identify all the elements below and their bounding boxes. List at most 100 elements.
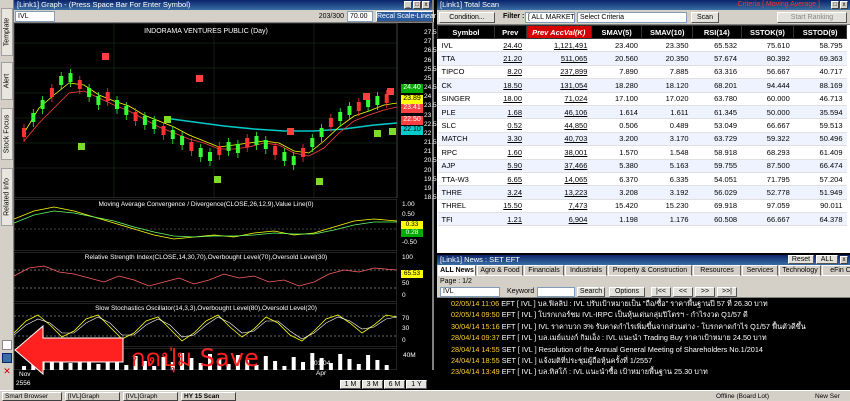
scan-row[interactable]: MATCH 3.30 40,703 3.200 3.170 63.729 59.322 50.…	[437, 132, 847, 147]
maximize-button[interactable]: □	[413, 1, 421, 9]
news-tab[interactable]: Services	[742, 265, 778, 276]
period-1y-button[interactable]: 1 Y	[406, 380, 427, 389]
scan-cell[interactable]: 1.68	[494, 105, 527, 120]
filter-select[interactable]: [ ALL MARKET ]	[525, 12, 575, 23]
news-prev-page-button[interactable]: <<	[673, 287, 693, 297]
scan-cell[interactable]: TTA-W3	[437, 172, 495, 187]
news-tab[interactable]: ALL News	[438, 265, 476, 276]
news-search-button[interactable]: Search	[577, 287, 605, 297]
col-prev[interactable]: Prev	[493, 25, 527, 39]
news-first-page-button[interactable]: |<<	[651, 287, 671, 297]
taskbar-smart-browser[interactable]: Smart Browser	[2, 392, 62, 401]
news-last-page-button[interactable]: >>|	[717, 287, 737, 297]
news-tab[interactable]: Resources	[693, 265, 741, 276]
col-smav10[interactable]: SMAV(10)	[641, 25, 694, 39]
news-next-page-button[interactable]: >>	[695, 287, 715, 297]
news-item[interactable]: 02/05/14 09:50 EFT [ IVL ] โบรกเกอร์ชม I…	[437, 309, 850, 320]
news-item[interactable]: 28/04/14 14:55 SET [ IVL ] Resolution of…	[437, 344, 850, 355]
scan-cell[interactable]: 1.60	[494, 145, 527, 160]
scan-row[interactable]: TFI 1.21 6,904 1.198 1.176 60.508 66.667 64.378	[437, 212, 847, 227]
period-3m-button[interactable]: 3 M	[362, 380, 383, 389]
news-item[interactable]: 30/04/14 15:16 EFT [ IVL ] IVL ราคาบวก 3…	[437, 321, 850, 332]
page-icon[interactable]	[2, 340, 12, 350]
scan-row[interactable]: THRE 3.24 13,223 3.208 3.192 56.029 52.778 51.9…	[437, 185, 847, 200]
scan-row[interactable]: TIPCO 8.20 237,899 7.890 7.885 63.316 56.667 40…	[437, 65, 847, 80]
price-chart[interactable]: INDORAMA VENTURES PUBLIC (Day)	[14, 23, 434, 198]
scan-row[interactable]: SLC 0.52 44,850 0.506 0.489 53.049 66.667 59.51…	[437, 118, 847, 133]
scan-row[interactable]: TTA-W3 6.65 14,065 6.370 6.335 54.051 71.795 57…	[437, 172, 847, 187]
news-tab[interactable]: Industrials	[565, 265, 607, 276]
scan-maximize-button[interactable]: □	[831, 1, 839, 9]
news-symbol-input[interactable]: IVL	[440, 287, 500, 297]
scan-cell[interactable]: PLE	[437, 105, 495, 120]
taskbar-scan[interactable]: HY 15 Scan	[181, 392, 236, 401]
scan-cell[interactable]: 3.24	[494, 185, 527, 200]
scan-row[interactable]: SINGER 18.00 71,024 17.100 17.020 63.780 60.00…	[437, 92, 847, 106]
scan-cell[interactable]: RPC	[437, 145, 495, 160]
scan-cell[interactable]: 18.00	[494, 92, 527, 106]
scan-row[interactable]: IVL 24.40 1,121,491 23.400 23.350 65.532 75.61…	[437, 38, 847, 53]
news-reset-button[interactable]: Reset	[788, 255, 814, 264]
start-ranking-button[interactable]: Start Ranking	[777, 12, 847, 23]
news-tab[interactable]: Technology	[779, 265, 821, 276]
scan-cell[interactable]: 8.20	[494, 65, 527, 80]
col-smav5[interactable]: SMAV(5)	[590, 25, 643, 39]
close-button[interactable]: x	[422, 1, 430, 9]
scan-cell[interactable]: 6.65	[494, 172, 527, 187]
col-symbol[interactable]: Symbol	[437, 25, 495, 39]
news-tab[interactable]: Property & Construction	[608, 265, 692, 276]
scan-cell[interactable]: 15.50	[494, 199, 527, 214]
scan-cell[interactable]: MATCH	[437, 132, 495, 147]
news-item[interactable]: 02/05/14 11:06 EFT [ IVL ] บล.ฟิลลิป : I…	[437, 298, 850, 309]
scan-row[interactable]: RPC 1.60 38,001 1.570 1.548 58.918 68.293 61.40…	[437, 145, 847, 160]
scan-row[interactable]: TTA 21.20 511,065 20.560 20.350 57.674 80.392 6…	[437, 51, 847, 66]
scan-cell[interactable]: 0.52	[494, 118, 527, 133]
news-tab[interactable]: eFin C	[822, 265, 850, 276]
tab-related-info[interactable]: Related Info	[1, 168, 13, 226]
scan-cell[interactable]: THRE	[437, 185, 495, 200]
news-tab[interactable]: Agro & Food	[477, 265, 523, 276]
news-close-button[interactable]: x	[840, 256, 848, 264]
news-all-button[interactable]: ALL	[816, 255, 838, 264]
scan-cell[interactable]: 21.20	[494, 51, 527, 66]
scan-button[interactable]: Scan	[691, 12, 719, 23]
scan-cell[interactable]: 1.21	[494, 212, 527, 227]
scan-cell[interactable]: 24.40	[494, 38, 527, 53]
tab-stock-focus[interactable]: Stock Focus	[1, 108, 13, 160]
scan-cell[interactable]: IVL	[437, 38, 495, 53]
col-sstok9[interactable]: SSTOK(9)	[740, 25, 795, 39]
taskbar-graph-1[interactable]: [IVL]Graph	[65, 392, 120, 401]
scan-row[interactable]: CK 18.50 131,054 18.280 18.120 68.201 94.444 88…	[437, 78, 847, 93]
minimize-button[interactable]: _	[404, 1, 412, 9]
condition-button[interactable]: Condition...	[439, 12, 495, 23]
news-item[interactable]: 24/04/14 18:55 SET [ IVL ] แจ้งมติที่ประ…	[437, 355, 850, 366]
scan-cell[interactable]: TFI	[437, 212, 495, 227]
col-prev-accval[interactable]: Prev AccVal(K)	[525, 25, 592, 39]
scan-close-button[interactable]: x	[840, 1, 848, 9]
scan-cell[interactable]: SLC	[437, 118, 495, 133]
scan-cell[interactable]: THREL	[437, 199, 495, 214]
news-item[interactable]: 28/04/14 09:37 EFT [ IVL ] บล.เมย์แบงก์ …	[437, 332, 850, 343]
period-1m-button[interactable]: 1 M	[340, 380, 361, 389]
news-item[interactable]: 23/04/14 13:49 EFT [ IVL ] บล.ทิสโก้ : I…	[437, 366, 850, 377]
scan-row[interactable]: THREL 15.50 7,473 15.420 15.230 69.918 97.059 9…	[437, 199, 847, 214]
news-tab[interactable]: Financials	[524, 265, 564, 276]
scan-cell[interactable]: TIPCO	[437, 65, 495, 80]
rsi-chart[interactable]: Relative Strength Index(CLOSE,14,30,70),…	[14, 252, 397, 302]
recal-scale-button[interactable]: Recal Scale-Linear	[376, 11, 436, 22]
col-rsi14[interactable]: RSI(14)	[692, 25, 742, 39]
col-sstod9[interactable]: SSTOD(9)	[793, 25, 847, 39]
news-options-button[interactable]: Options	[609, 287, 645, 297]
scan-cell[interactable]: 3.30	[494, 132, 527, 147]
macd-chart[interactable]: Moving Average Convergence / Divergence(…	[14, 199, 397, 251]
taskbar-graph-2[interactable]: [IVL]Graph	[123, 392, 178, 401]
scan-cell[interactable]: TTA	[437, 51, 495, 66]
graph-symbol-input[interactable]: IVL	[15, 11, 55, 22]
criteria-select[interactable]: Select Criteria	[577, 12, 687, 23]
scan-row[interactable]: AJP 5.90 37,466 5.380 5.163 59.755 87.500 66.47…	[437, 159, 847, 173]
period-6m-button[interactable]: 6 M	[384, 380, 405, 389]
graph-zoom-input[interactable]: 70.00	[347, 11, 373, 22]
scan-cell[interactable]: AJP	[437, 159, 495, 173]
tab-alert[interactable]: Alert	[1, 62, 13, 100]
scan-cell[interactable]: 18.50	[494, 78, 527, 93]
